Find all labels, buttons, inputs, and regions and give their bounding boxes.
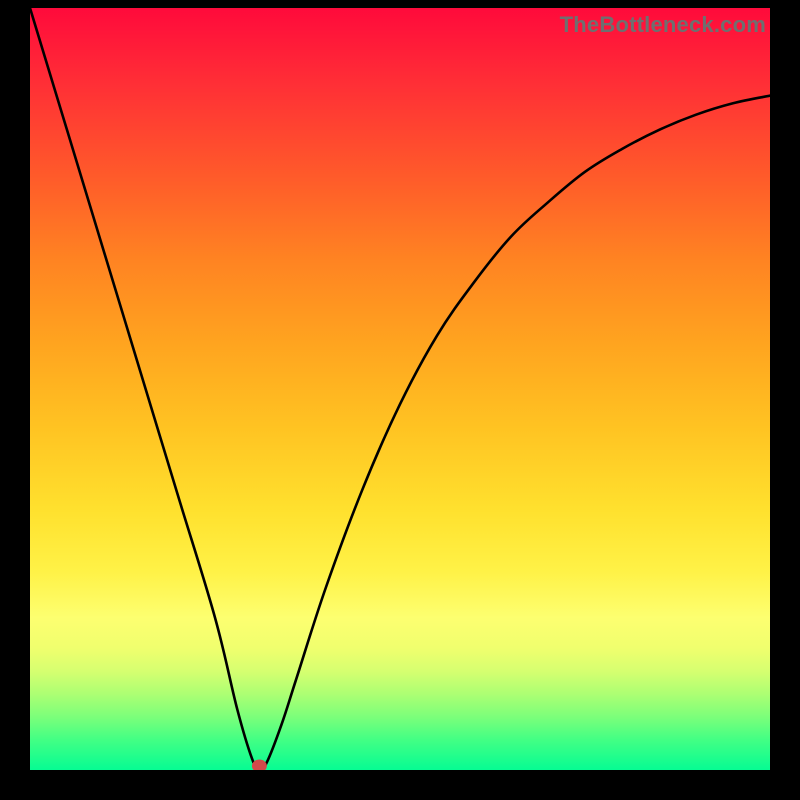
- bottleneck-curve: [30, 8, 770, 770]
- plot-area: TheBottleneck.com: [30, 8, 770, 770]
- curve-svg: [30, 8, 770, 770]
- minimum-marker-icon: [252, 760, 266, 770]
- chart-frame: TheBottleneck.com: [0, 0, 800, 800]
